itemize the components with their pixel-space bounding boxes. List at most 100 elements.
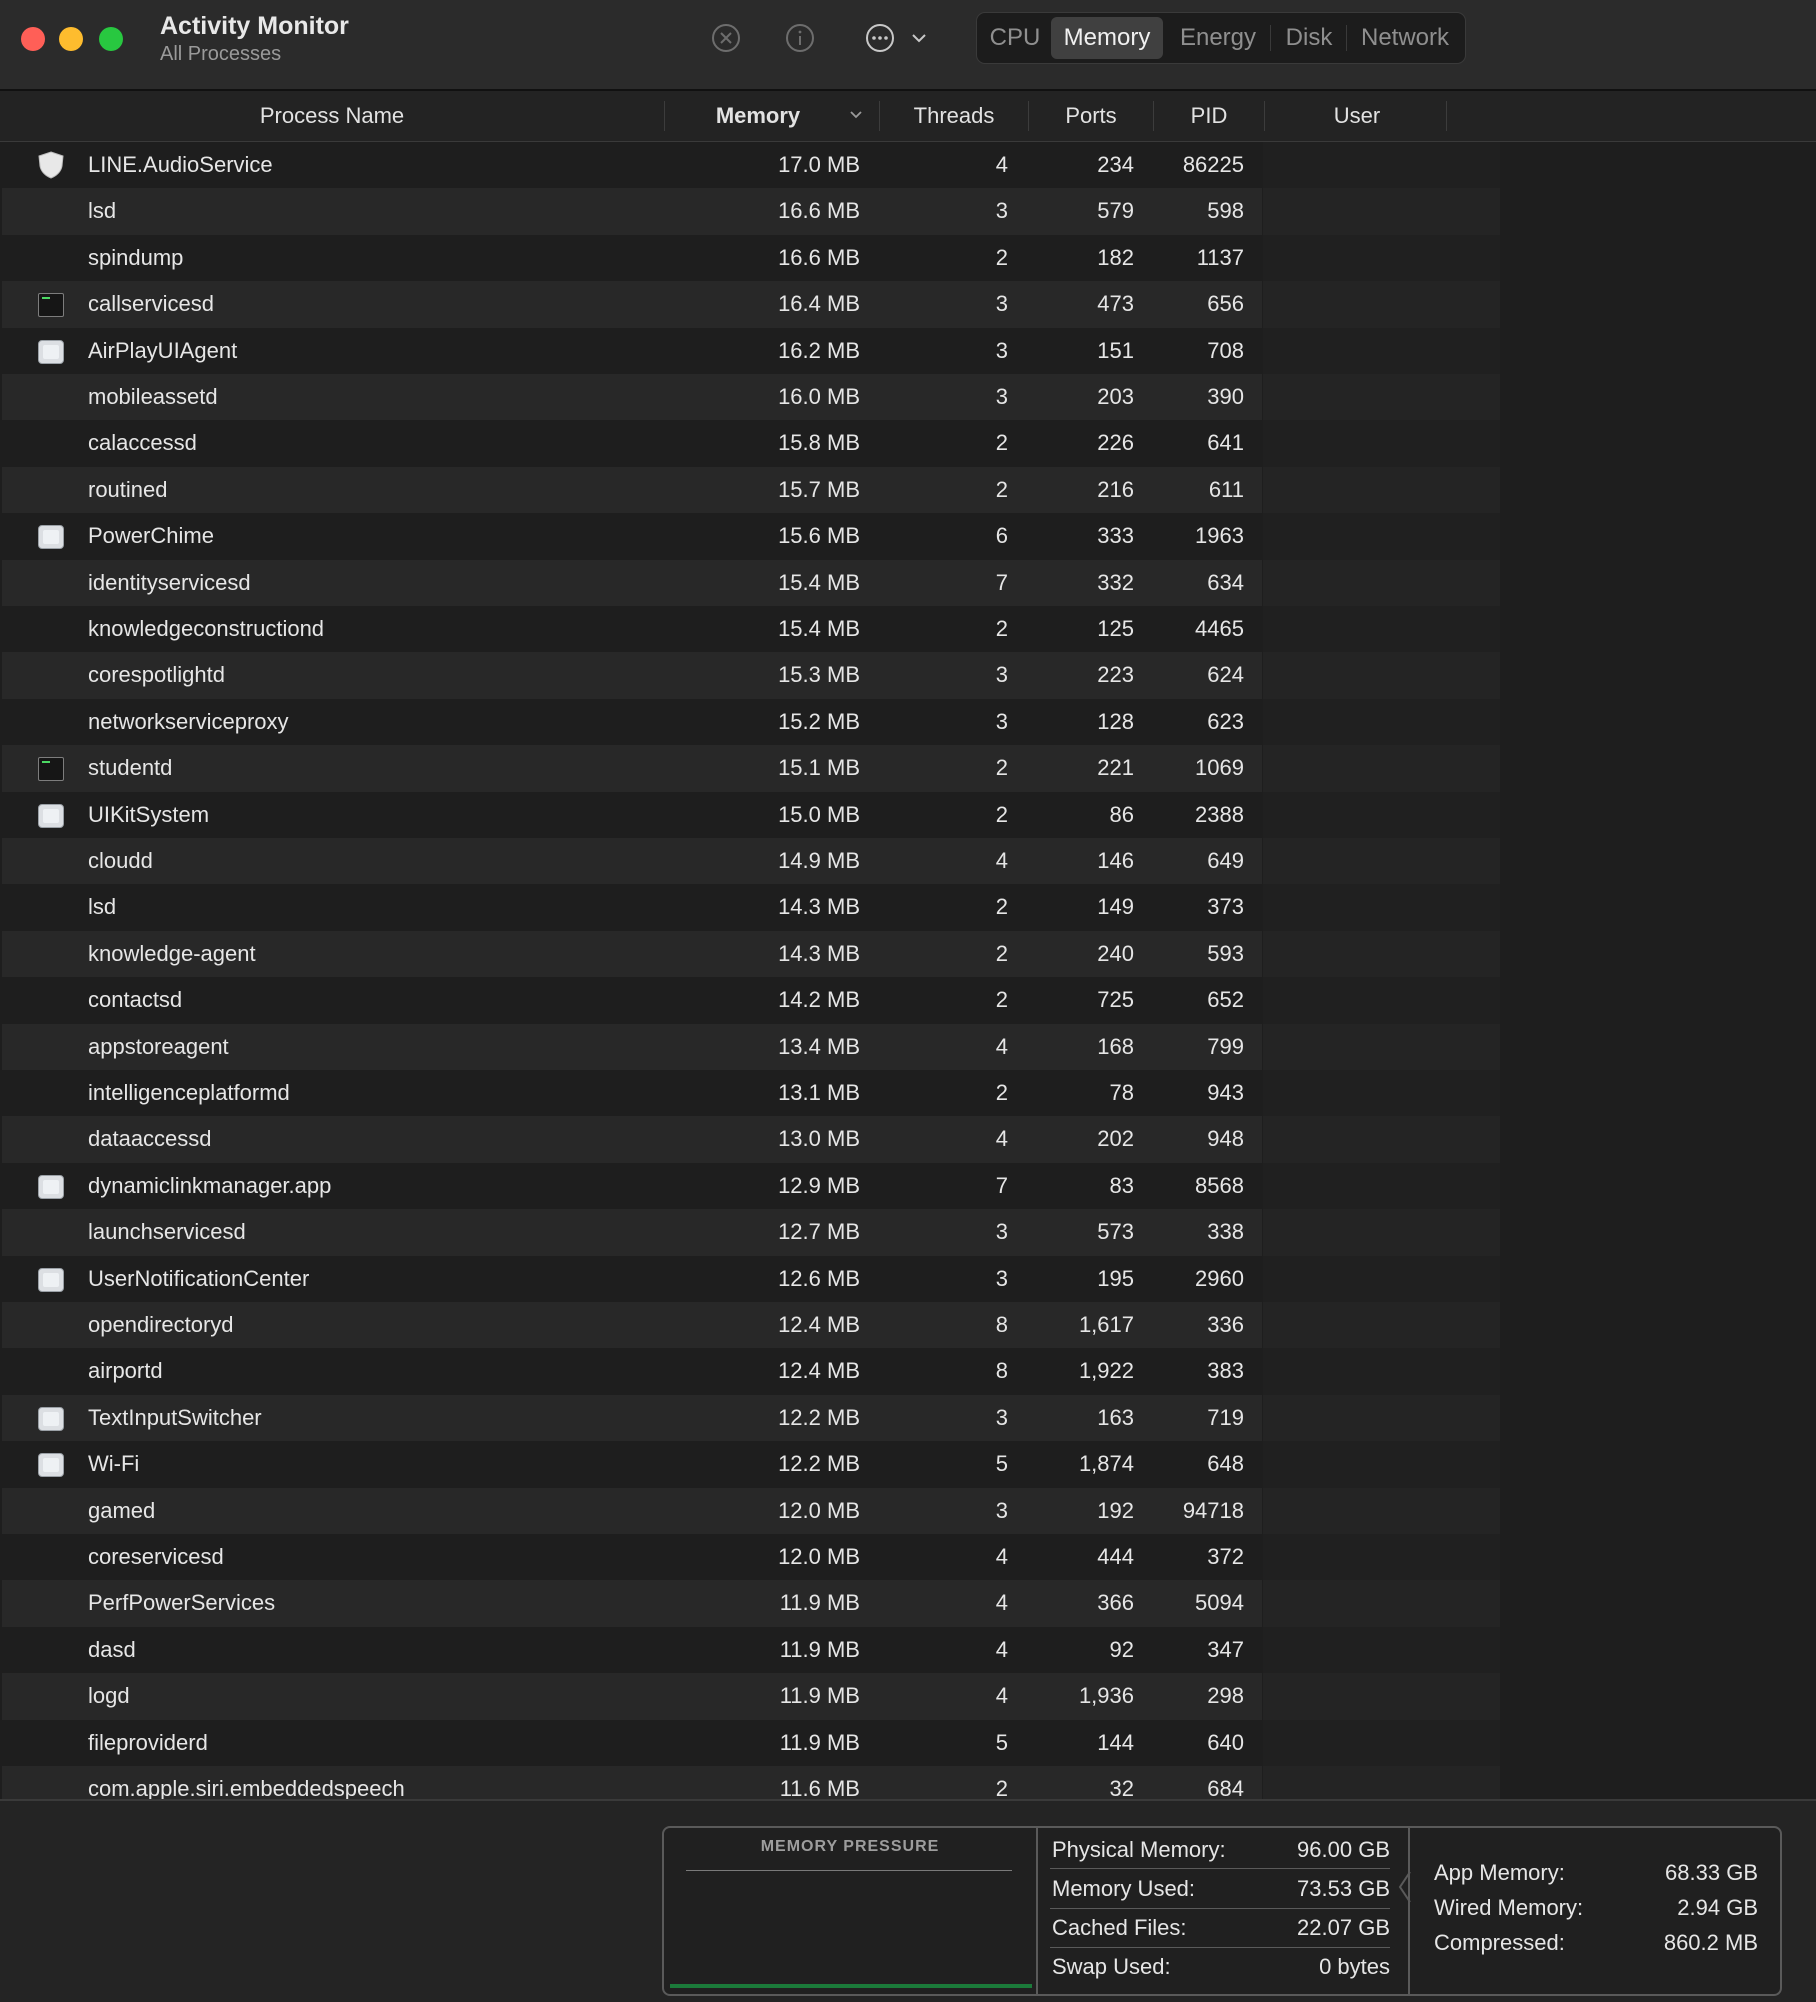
table-row[interactable]: calaccessd 15.8 MB 2 226 641 xyxy=(0,420,1816,467)
app-memory-label: App Memory: xyxy=(1434,1860,1565,1885)
process-memory: 15.6 MB xyxy=(778,523,860,549)
column-user[interactable]: User xyxy=(1265,91,1449,141)
app-memory-value: 68.33 GB xyxy=(1665,1860,1758,1885)
table-row[interactable]: corespotlightd 15.3 MB 3 223 624 xyxy=(0,652,1816,699)
table-row[interactable]: coreservicesd 12.0 MB 4 444 372 xyxy=(0,1534,1816,1581)
memory-stats-breakdown: App Memory: 68.33 GB Wired Memory: 2.94 … xyxy=(1408,1828,1784,1994)
minimize-window-button[interactable] xyxy=(59,27,83,51)
table-row[interactable]: PowerChime 15.6 MB 6 333 1963 xyxy=(0,513,1816,560)
process-threads: 2 xyxy=(995,755,1008,781)
table-row[interactable]: studentd 15.1 MB 2 221 1069 xyxy=(0,745,1816,792)
process-ports: 1,874 xyxy=(1078,1451,1134,1477)
process-threads: 3 xyxy=(995,1497,1008,1523)
table-row[interactable]: gamed 12.0 MB 3 192 94718 xyxy=(0,1487,1816,1534)
table-row[interactable]: lsd 14.3 MB 2 149 373 xyxy=(0,884,1816,931)
process-memory: 11.9 MB xyxy=(779,1729,860,1755)
table-row[interactable]: airportd 12.4 MB 8 1,922 383 xyxy=(0,1348,1816,1395)
process-memory: 15.1 MB xyxy=(778,755,860,781)
column-separator[interactable] xyxy=(1446,101,1447,131)
process-pid: 640 xyxy=(1207,1729,1244,1755)
info-icon[interactable] xyxy=(784,22,816,54)
process-ports: 366 xyxy=(1097,1590,1134,1616)
tab-network[interactable]: Network xyxy=(1347,17,1463,59)
table-row[interactable]: AirPlayUIAgent 16.2 MB 3 151 708 xyxy=(0,327,1816,374)
table-row[interactable]: routined 15.7 MB 2 216 611 xyxy=(0,466,1816,514)
column-pid[interactable]: PID xyxy=(1154,91,1264,141)
process-pid: 8568 xyxy=(1195,1172,1244,1198)
user-cell xyxy=(1263,1626,1500,1674)
zoom-window-button[interactable] xyxy=(99,27,123,51)
process-name: knowledgeconstructiond xyxy=(88,616,325,641)
process-threads: 2 xyxy=(995,1080,1008,1105)
tab-disk[interactable]: Disk xyxy=(1273,17,1345,59)
process-memory: 12.0 MB xyxy=(778,1544,860,1569)
stop-process-icon[interactable] xyxy=(710,22,742,54)
table-row[interactable]: LINE.AudioService 17.0 MB 4 234 86225 xyxy=(0,142,1816,189)
table-row[interactable]: identityservicesd 15.4 MB 7 332 634 xyxy=(0,559,1816,606)
table-row[interactable]: UserNotificationCenter 12.6 MB 3 195 2960 xyxy=(0,1255,1816,1302)
column-ports[interactable]: Ports xyxy=(1029,91,1153,141)
window-subtitle: All Processes xyxy=(160,43,282,65)
table-row[interactable]: TextInputSwitcher 12.2 MB 3 163 719 xyxy=(0,1394,1816,1442)
process-ports: 83 xyxy=(1109,1172,1134,1198)
process-table[interactable]: LINE.AudioService 17.0 MB 4 234 86225 lsd 16.6… xyxy=(0,142,1816,1799)
user-cell xyxy=(1263,188,1500,235)
process-memory: 15.8 MB xyxy=(778,430,860,456)
user-cell xyxy=(1263,466,1500,514)
sort-descending-icon[interactable] xyxy=(848,107,864,123)
table-row[interactable]: networkserviceproxy 15.2 MB 3 128 623 xyxy=(0,698,1816,746)
process-memory: 11.9 MB xyxy=(779,1683,860,1709)
process-pid: 624 xyxy=(1207,662,1244,688)
compressed-label: Compressed: xyxy=(1434,1930,1565,1955)
tab-energy[interactable]: Energy xyxy=(1165,17,1271,59)
column-process-name[interactable]: Process Name xyxy=(0,91,664,141)
table-row[interactable]: intelligenceplatformd 13.1 MB 2 78 943 xyxy=(0,1070,1816,1117)
process-pid: 1137 xyxy=(1196,244,1244,270)
view-tabs: CPU Memory Energy Disk Network xyxy=(976,12,1466,64)
table-row[interactable]: launchservicesd 12.7 MB 3 573 338 xyxy=(0,1209,1816,1256)
table-row[interactable]: appstoreagent 13.4 MB 4 168 799 xyxy=(0,1023,1816,1070)
table-row[interactable]: knowledge-agent 14.3 MB 2 240 593 xyxy=(0,930,1816,978)
table-row[interactable]: opendirectoryd 12.4 MB 8 1,617 336 xyxy=(0,1302,1816,1349)
swap-used-label: Swap Used: xyxy=(1052,1954,1171,1979)
table-row[interactable]: com.apple.siri.embeddedspeech 11.6 MB 2 32 6… xyxy=(0,1766,1816,1799)
memory-used-value: 73.53 GB xyxy=(1297,1876,1390,1901)
process-name: callservicesd xyxy=(88,291,214,317)
table-row[interactable]: spindump 16.6 MB 2 182 1137 xyxy=(0,234,1816,282)
close-window-button[interactable] xyxy=(21,27,45,51)
table-row[interactable]: logd 11.9 MB 4 1,936 298 xyxy=(0,1673,1816,1720)
table-row[interactable]: callservicesd 16.4 MB 3 473 656 xyxy=(0,281,1816,328)
tab-memory[interactable]: Memory xyxy=(1051,17,1163,59)
table-row[interactable]: dataaccessd 13.0 MB 4 202 948 xyxy=(0,1116,1816,1163)
process-pid: 338 xyxy=(1207,1219,1244,1245)
process-pid: 373 xyxy=(1207,894,1244,920)
table-row[interactable]: UIKitSystem 15.0 MB 2 86 2388 xyxy=(0,791,1816,838)
process-ports: 149 xyxy=(1097,894,1134,920)
process-threads: 2 xyxy=(995,894,1008,920)
stat-divider xyxy=(1050,1947,1390,1948)
process-name: contactsd xyxy=(88,987,183,1013)
table-row[interactable]: dynamiclinkmanager.app 12.9 MB 7 83 8568 xyxy=(0,1162,1816,1210)
tab-cpu[interactable]: CPU xyxy=(981,17,1049,59)
user-cell xyxy=(1263,142,1500,189)
table-row[interactable]: cloudd 14.9 MB 4 146 649 xyxy=(0,838,1816,885)
table-row[interactable]: PerfPowerServices 11.9 MB 4 366 5094 xyxy=(0,1580,1816,1627)
process-pid: 648 xyxy=(1207,1451,1244,1477)
more-options-icon[interactable] xyxy=(864,22,896,54)
graph-divider xyxy=(686,1870,1012,1871)
table-row[interactable]: knowledgeconstructiond 15.4 MB 2 125 4465 xyxy=(0,606,1816,653)
column-memory[interactable]: Memory xyxy=(665,91,851,141)
process-threads: 7 xyxy=(995,569,1008,595)
table-row[interactable]: contactsd 14.2 MB 2 725 652 xyxy=(0,977,1816,1024)
process-ports: 168 xyxy=(1097,1033,1134,1059)
user-cell xyxy=(1263,606,1500,653)
table-row[interactable]: fileproviderd 11.9 MB 5 144 640 xyxy=(0,1719,1816,1766)
table-row[interactable]: mobileassetd 16.0 MB 3 203 390 xyxy=(0,374,1816,421)
cached-files-stat: Cached Files: 22.07 GB xyxy=(1052,1910,1390,1946)
table-row[interactable]: Wi-Fi 12.2 MB 5 1,874 648 xyxy=(0,1441,1816,1488)
chevron-down-icon[interactable] xyxy=(910,30,928,46)
table-row[interactable]: dasd 11.9 MB 4 92 347 xyxy=(0,1626,1816,1674)
table-row[interactable]: lsd 16.6 MB 3 579 598 xyxy=(0,188,1816,235)
process-memory: 13.1 MB xyxy=(778,1080,860,1105)
column-threads[interactable]: Threads xyxy=(880,91,1028,141)
